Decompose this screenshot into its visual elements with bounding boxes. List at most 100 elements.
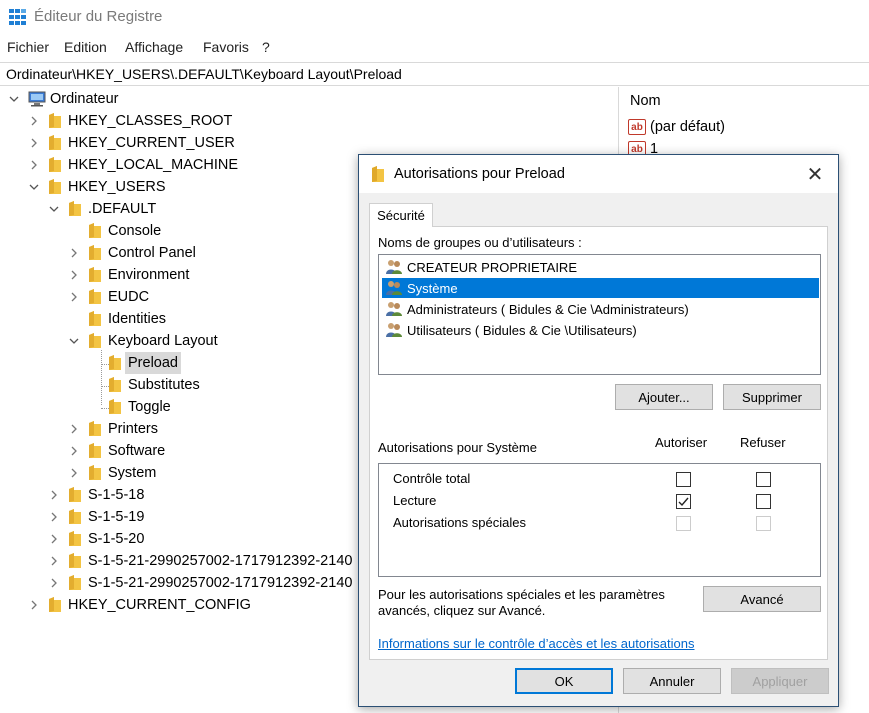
users-group-icon — [385, 322, 403, 338]
allow-header: Autoriser — [655, 435, 708, 450]
chevron-down-icon[interactable] — [8, 93, 20, 105]
folder-icon — [68, 509, 82, 525]
folder-icon — [48, 113, 62, 129]
folder-icon — [88, 421, 102, 437]
chevron-down-icon[interactable] — [48, 203, 60, 215]
chevron-right-icon[interactable] — [48, 555, 60, 567]
chevron-right-icon[interactable] — [68, 467, 80, 479]
value-name: (par défaut) — [650, 119, 725, 135]
folder-icon — [372, 166, 384, 182]
folder-icon — [48, 157, 62, 173]
chevron-down-icon[interactable] — [68, 335, 80, 347]
tree-node-hkcu[interactable]: HKEY_CURRENT_USER — [0, 132, 618, 154]
tree-node-label: Environment — [108, 267, 190, 283]
tree-node-label: EUDC — [108, 289, 150, 305]
permission-label: Autorisations spéciales — [393, 515, 526, 530]
folder-icon — [68, 487, 82, 503]
tree-node-root[interactable]: Ordinateur — [0, 88, 618, 110]
dialog-title-bar[interactable]: Autorisations pour Preload ✕ — [359, 155, 838, 193]
chevron-right-icon[interactable] — [68, 445, 80, 457]
deny-header: Refuser — [740, 435, 786, 450]
menu-favoris[interactable]: Favoris — [203, 39, 249, 55]
users-listbox[interactable]: CREATEUR PROPRIETAIRE Système Administrate… — [378, 254, 821, 375]
advanced-hint-line1: Pour les autorisations spéciales et les … — [378, 587, 665, 602]
permission-allow-checkbox[interactable] — [676, 494, 691, 509]
permission-allow-checkbox[interactable] — [676, 472, 691, 487]
tree-node-label: Preload — [125, 352, 181, 374]
tree-node-label: Identities — [108, 311, 167, 327]
tree-node-label: S-1-5-19 — [88, 509, 145, 525]
chevron-right-icon[interactable] — [48, 577, 60, 589]
tree-node-hkcr[interactable]: HKEY_CLASSES_ROOT — [0, 110, 618, 132]
chevron-right-icon[interactable] — [28, 115, 40, 127]
folder-icon — [68, 531, 82, 547]
tree-node-label: HKEY_CLASSES_ROOT — [68, 113, 233, 129]
folder-icon — [68, 575, 82, 591]
tree-node-label: HKEY_USERS — [68, 179, 166, 195]
chevron-right-icon[interactable] — [28, 159, 40, 171]
close-icon[interactable]: ✕ — [800, 161, 830, 187]
chevron-right-icon[interactable] — [68, 291, 80, 303]
users-group-icon — [385, 280, 403, 296]
tab-securite[interactable]: Sécurité — [369, 203, 433, 227]
menu-help[interactable]: ? — [262, 39, 270, 55]
chevron-right-icon[interactable] — [48, 533, 60, 545]
permission-deny-checkbox[interactable] — [756, 472, 771, 487]
tree-node-label: HKEY_CURRENT_CONFIG — [68, 597, 251, 613]
folder-icon — [48, 135, 62, 151]
tree-node-label: Software — [108, 443, 166, 459]
tree-node-label: S-1-5-21-2990257002-1717912392-2140 — [88, 553, 353, 569]
address-path[interactable]: Ordinateur\HKEY_USERS\.DEFAULT\Keyboard … — [6, 66, 402, 82]
security-tab-panel: Noms de groupes ou d’utilisateurs : CREA… — [369, 226, 828, 660]
chevron-down-icon[interactable] — [28, 181, 40, 193]
list-item[interactable]: Utilisateurs ( Bidules & Cie \Utilisateu… — [382, 320, 819, 340]
tree-node-label: Toggle — [128, 399, 171, 415]
list-item[interactable]: Administrateurs ( Bidules & Cie \Adminis… — [382, 299, 819, 319]
chevron-right-icon[interactable] — [28, 599, 40, 611]
permission-label: Lecture — [393, 493, 437, 508]
permission-deny-checkbox[interactable] — [756, 494, 771, 509]
add-button[interactable]: Ajouter... — [615, 384, 713, 410]
folder-icon — [48, 597, 62, 613]
menu-edition[interactable]: Edition — [64, 39, 107, 55]
chevron-right-icon[interactable] — [68, 269, 80, 281]
folder-icon — [68, 553, 82, 569]
folder-icon — [88, 289, 102, 305]
ok-button[interactable]: OK — [515, 668, 613, 694]
string-value-icon: ab — [628, 119, 646, 135]
address-bar[interactable]: Ordinateur\HKEY_USERS\.DEFAULT\Keyboard … — [0, 62, 869, 86]
menu-affichage[interactable]: Affichage — [125, 39, 183, 55]
tree-node-label: .DEFAULT — [88, 201, 157, 217]
folder-icon — [108, 377, 122, 393]
chevron-right-icon[interactable] — [48, 511, 60, 523]
advanced-button[interactable]: Avancé — [703, 586, 821, 612]
chevron-right-icon[interactable] — [28, 137, 40, 149]
menu-fichier[interactable]: Fichier — [7, 39, 49, 55]
tree-node-label: System — [108, 465, 157, 481]
users-group-icon — [385, 259, 403, 275]
chevron-right-icon[interactable] — [68, 247, 80, 259]
folder-icon — [88, 333, 102, 349]
access-control-info-link[interactable]: Informations sur le contrôle d’accès et … — [378, 636, 695, 651]
folder-icon — [108, 399, 122, 415]
list-item[interactable]: Système — [382, 278, 819, 298]
tree-node-label: Control Panel — [108, 245, 196, 261]
cancel-button[interactable]: Annuler — [623, 668, 721, 694]
tree-node-label: S-1-5-20 — [88, 531, 145, 547]
permission-allow-checkbox — [676, 516, 691, 531]
permissions-list: Contrôle total Lecture Autorisations spéci… — [378, 463, 821, 577]
groups-label: Noms de groupes ou d’utilisateurs : — [378, 235, 582, 250]
chevron-right-icon[interactable] — [68, 423, 80, 435]
title-bar: Éditeur du Registre — [0, 0, 869, 34]
chevron-right-icon[interactable] — [48, 489, 60, 501]
folder-icon — [88, 443, 102, 459]
user-name: CREATEUR PROPRIETAIRE — [407, 259, 577, 275]
remove-button[interactable]: Supprimer — [723, 384, 821, 410]
tree-node-label: Printers — [108, 421, 158, 437]
registry-editor-icon — [9, 9, 27, 25]
column-header-name[interactable]: Nom — [630, 93, 661, 109]
dialog-title: Autorisations pour Preload — [394, 166, 565, 182]
apply-button[interactable]: Appliquer — [731, 668, 829, 694]
value-row[interactable]: ab (par défaut) — [628, 117, 725, 137]
list-item[interactable]: CREATEUR PROPRIETAIRE — [382, 257, 819, 277]
